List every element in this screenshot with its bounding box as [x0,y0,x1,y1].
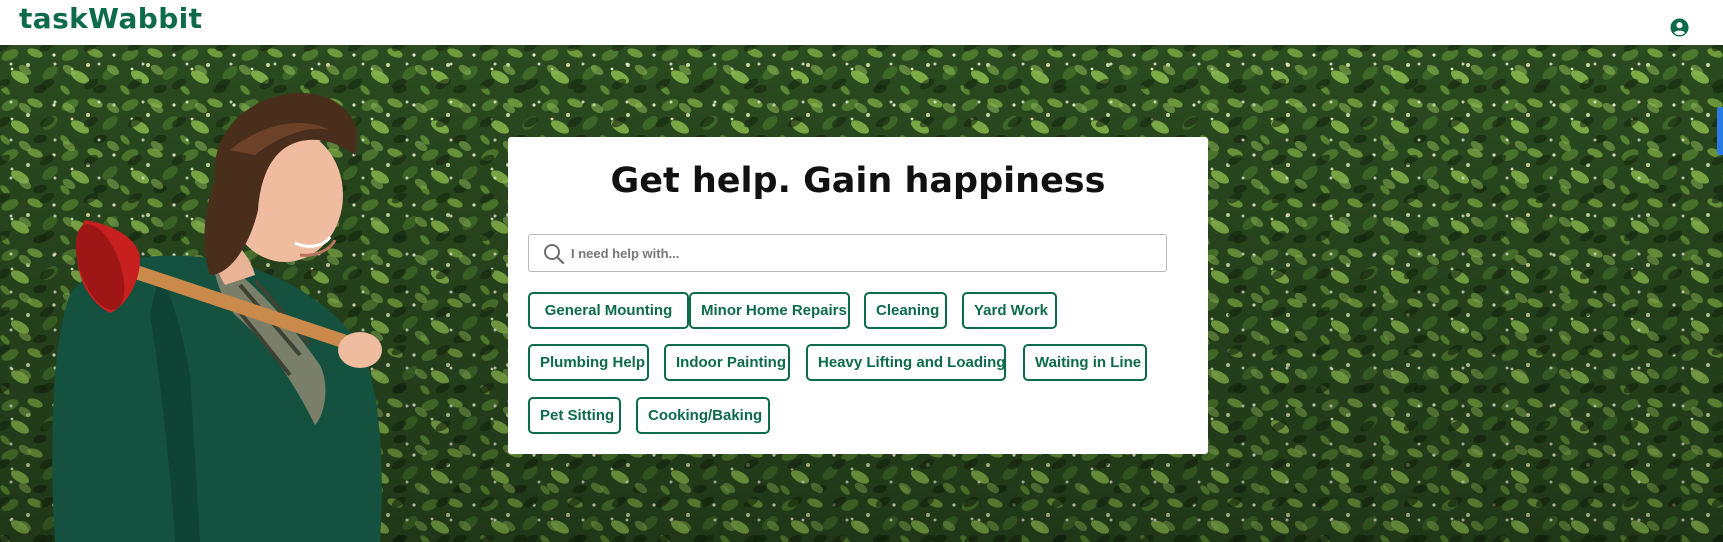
category-chip-waiting-in-line[interactable]: Waiting in Line [1023,344,1147,381]
brand-logo[interactable]: taskWabbit [19,2,202,35]
category-chip-cleaning[interactable]: Cleaning [864,292,947,329]
category-chip-indoor-painting[interactable]: Indoor Painting [664,344,790,381]
scroll-indicator[interactable] [1717,107,1723,155]
search-card: Get help. Gain happiness General Mountin… [508,137,1208,454]
search-box[interactable] [528,234,1167,272]
category-chip-minor-home-repairs[interactable]: Minor Home Repairs [689,292,850,329]
search-input[interactable] [569,236,1159,270]
search-icon [544,244,565,265]
category-chip-yard-work[interactable]: Yard Work [962,292,1057,329]
top-navigation-bar: taskWabbit [0,0,1723,45]
category-chip-heavy-lifting[interactable]: Heavy Lifting and Loading [806,344,1006,381]
hero-title: Get help. Gain happiness [610,161,1106,201]
category-chip-general-mounting[interactable]: General Mounting [528,292,689,329]
category-chip-cooking-baking[interactable]: Cooking/Baking [636,397,770,434]
category-chip-pet-sitting[interactable]: Pet Sitting [528,397,621,434]
category-chip-plumbing-help[interactable]: Plumbing Help [528,344,649,381]
user-account-icon[interactable] [1670,18,1689,37]
